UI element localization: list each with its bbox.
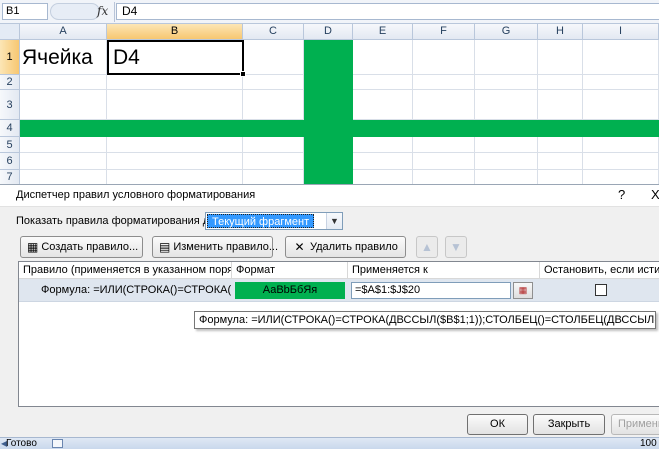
rules-list: Правило (применяется в указанном порядке… xyxy=(18,261,659,407)
column-header-a[interactable]: A xyxy=(20,24,107,40)
column-header-b[interactable]: B xyxy=(107,24,243,40)
delete-rule-button[interactable]: ✕ Удалить правило xyxy=(285,236,406,258)
column-header-c[interactable]: C xyxy=(243,24,304,40)
edit-rule-button[interactable]: ▤ Изменить правило... xyxy=(152,236,278,258)
formula-bar: B1 fx D4 xyxy=(0,0,659,24)
close-icon[interactable]: X xyxy=(651,187,659,202)
formula-input[interactable]: D4 xyxy=(116,3,659,20)
create-rule-button[interactable]: ▦ Создать правило... xyxy=(20,236,143,258)
stop-if-true-checkbox[interactable] xyxy=(595,284,607,296)
move-down-icon[interactable]: ▼ xyxy=(445,236,467,258)
show-rules-label: Показать правила форматирования для: xyxy=(16,215,225,227)
select-all-corner[interactable] xyxy=(0,24,20,40)
dialog-title: Диспетчер правил условного форматировани… xyxy=(16,189,256,201)
cell-a1[interactable]: Ячейка xyxy=(22,42,93,74)
row-header-4[interactable]: 4 xyxy=(0,120,20,137)
delete-x-icon: ✕ xyxy=(294,240,305,254)
new-rule-icon: ▦ xyxy=(27,240,39,254)
row-header-1[interactable]: 1 xyxy=(0,40,20,75)
help-button[interactable]: ? xyxy=(618,187,625,202)
show-rules-select[interactable]: Текущий фрагмент ▼ xyxy=(205,212,343,230)
row-header-7[interactable]: 7 xyxy=(0,170,20,185)
column-header-stop-if-true: Остановить, если истина xyxy=(540,262,659,279)
edit-rule-label: Изменить правило... xyxy=(173,241,279,253)
name-box-resize-handle[interactable] xyxy=(50,3,100,20)
delete-rule-label: Удалить правило xyxy=(310,241,398,253)
column-header-format: Формат xyxy=(232,262,348,279)
column-header-d[interactable]: D xyxy=(304,24,353,40)
collapse-dialog-icon[interactable]: ▦ xyxy=(513,282,533,299)
row-header-2[interactable]: 2 xyxy=(0,75,20,90)
create-rule-label: Создать правило... xyxy=(41,241,139,253)
edit-rule-icon: ▤ xyxy=(159,240,171,254)
dialog-title-bar: Диспетчер правил условного форматировани… xyxy=(0,185,659,207)
macro-record-icon[interactable] xyxy=(52,439,63,448)
status-bar: ◀ Готово 100 xyxy=(0,437,659,449)
name-box[interactable]: B1 xyxy=(2,3,48,20)
column-header-f[interactable]: F xyxy=(413,24,475,40)
column-header-rule: Правило (применяется в указанном порядке… xyxy=(19,262,232,279)
insert-function-icon[interactable]: fx xyxy=(97,4,108,18)
column-header-e[interactable]: E xyxy=(353,24,413,40)
chevron-down-icon[interactable]: ▼ xyxy=(326,213,342,229)
highlighted-row-4 xyxy=(20,120,659,137)
row-header-6[interactable]: 6 xyxy=(0,153,20,170)
column-header-applies-to: Применяется к xyxy=(348,262,540,279)
apply-button[interactable]: Примени xyxy=(611,414,659,435)
rule-formula: Формула: =ИЛИ(СТРОКА()=СТРОКА(ДВС... xyxy=(41,284,231,296)
applies-to-input[interactable]: =$A$1:$J$20 xyxy=(351,282,511,299)
zoom-level[interactable]: 100 xyxy=(640,438,657,449)
status-ready: Готово xyxy=(6,438,37,449)
ok-button[interactable]: ОК xyxy=(467,414,528,435)
column-header-h[interactable]: H xyxy=(538,24,583,40)
formula-tooltip: Формула: =ИЛИ(СТРОКА()=СТРОКА(ДВССЫЛ($B$… xyxy=(194,311,656,329)
cell-b1-active[interactable]: D4 xyxy=(107,40,246,77)
row-header-3[interactable]: 3 xyxy=(0,90,20,120)
cell-b1-value: D4 xyxy=(113,46,140,69)
move-up-icon[interactable]: ▲ xyxy=(416,236,438,258)
rule-row[interactable]: Формула: =ИЛИ(СТРОКА()=СТРОКА(ДВС... АаВ… xyxy=(19,279,659,302)
fill-handle[interactable] xyxy=(240,71,246,77)
format-preview: АаВbБбЯя xyxy=(235,282,345,299)
show-rules-selected-value: Текущий фрагмент xyxy=(207,214,315,228)
column-header-i[interactable]: I xyxy=(583,24,659,40)
conditional-formatting-manager-dialog: Диспетчер правил условного форматировани… xyxy=(0,184,659,437)
formula-bar-divider xyxy=(114,2,115,22)
close-button[interactable]: Закрыть xyxy=(533,414,605,435)
column-header-g[interactable]: G xyxy=(475,24,538,40)
row-header-5[interactable]: 5 xyxy=(0,137,20,153)
